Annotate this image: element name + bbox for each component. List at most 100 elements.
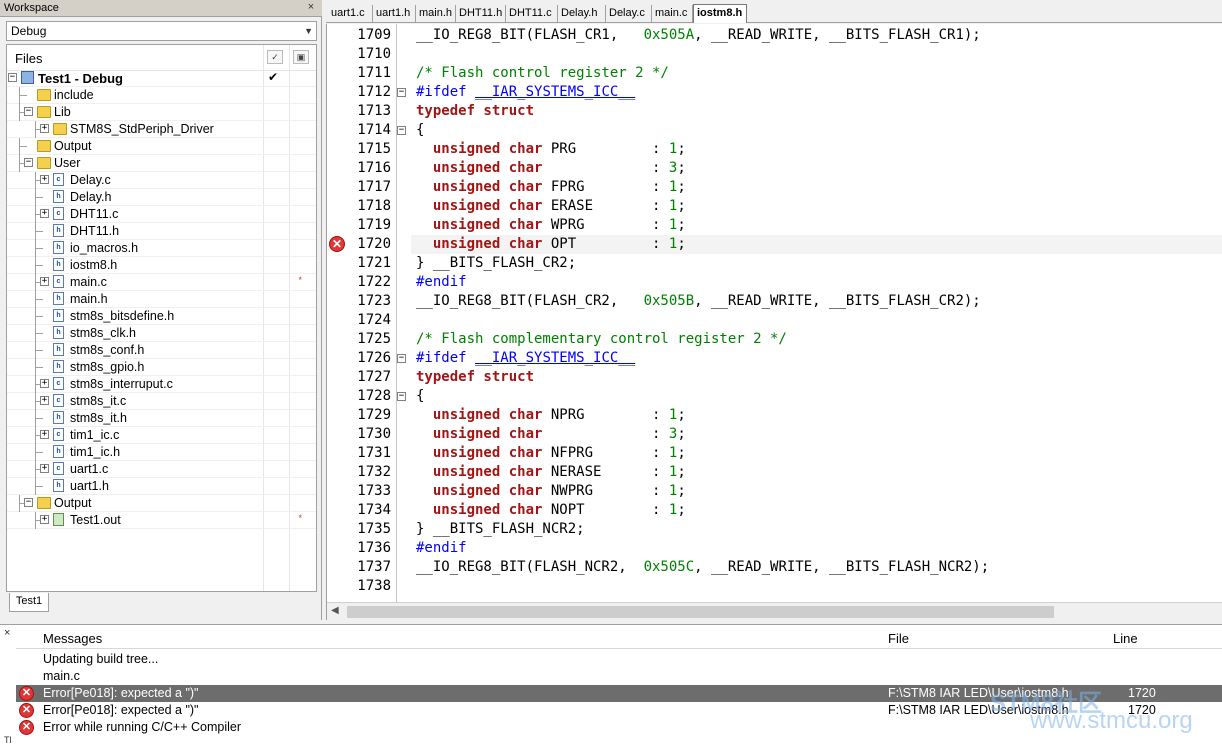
code-line[interactable]: typedef struct [416,368,534,387]
build-column-icon[interactable]: ▣ [293,50,309,64]
code-line[interactable]: __IO_REG8_BIT(FLASH_NCR2, 0x505C, __READ… [416,558,989,577]
chevron-down-icon[interactable]: ▼ [304,22,313,40]
tree-item[interactable]: h stm8s_bitsdefine.h [7,308,316,325]
file-column-header[interactable]: File [888,631,909,646]
error-marker-icon[interactable]: ✕ [329,236,345,252]
code-line[interactable]: __IO_REG8_BIT(FLASH_CR2, 0x505B, __READ_… [416,292,981,311]
code-line[interactable]: unsigned char NPRG : 1; [416,406,686,425]
code-line[interactable]: unsigned char : 3; [416,159,686,178]
code-token: __IO_REG8_BIT(FLASH_CR1, [416,27,644,43]
code-line[interactable]: unsigned char NFPRG : 1; [416,444,686,463]
collapse-icon[interactable]: − [24,498,33,507]
fold-collapse-icon[interactable]: − [397,354,406,363]
editor-tab[interactable]: Delay.c [606,5,652,23]
editor-tab[interactable]: Delay.h [558,5,606,23]
tree-item[interactable]: − Lib [7,104,316,121]
tree-item[interactable]: h Delay.h [7,189,316,206]
tree-item[interactable]: h uart1.h [7,478,316,495]
tree-item[interactable]: + STM8S_StdPeriph_Driver [7,121,316,138]
fold-collapse-icon[interactable]: − [397,88,406,97]
collapse-icon[interactable]: − [24,158,33,167]
tree-item[interactable]: + c Delay.c [7,172,316,189]
code-line[interactable]: unsigned char WPRG : 1; [416,216,686,235]
code-line[interactable]: unsigned char NWPRG : 1; [416,482,686,501]
code-line[interactable]: unsigned char ERASE : 1; [416,197,686,216]
close-icon[interactable]: × [4,627,10,639]
tree-item[interactable]: + c stm8s_interruput.c [7,376,316,393]
tree-item[interactable]: Output [7,138,316,155]
message-row[interactable]: Updating build tree... [16,651,1222,668]
tree-item[interactable]: h tim1_ic.h [7,444,316,461]
code-line[interactable]: unsigned char PRG : 1; [416,140,686,159]
code-line[interactable]: __IO_REG8_BIT(FLASH_CR1, 0x505A, __READ_… [416,26,981,45]
tree-item[interactable]: h stm8s_it.h [7,410,316,427]
code-line[interactable]: #ifdef __IAR_SYSTEMS_ICC__ [416,83,635,102]
line-column-header[interactable]: Line [1113,631,1138,646]
expand-icon[interactable]: + [40,124,49,133]
expand-icon[interactable]: + [40,277,49,286]
editor-tab[interactable]: DHT11.h [456,5,506,23]
code-line[interactable]: unsigned char NERASE : 1; [416,463,686,482]
options-column-icon[interactable]: ✓ [267,50,283,64]
code-line[interactable]: #endif [416,273,467,292]
tree-item[interactable]: + c main.c * [7,274,316,291]
scrollbar-thumb[interactable] [347,606,1054,618]
code-line[interactable]: typedef struct [416,102,534,121]
editor-tab[interactable]: main.h [416,5,456,23]
messages-column-header[interactable]: Messages [43,631,102,646]
configuration-select[interactable]: Debug ▼ [6,21,317,41]
code-line[interactable]: } __BITS_FLASH_NCR2; [416,520,585,539]
editor-tab[interactable]: main.c [652,5,693,23]
code-line[interactable]: /* Flash control register 2 */ [416,64,669,83]
tree-item[interactable]: + c DHT11.c [7,206,316,223]
code-line[interactable]: unsigned char OPT : 1; [416,235,686,254]
expand-icon[interactable]: + [40,396,49,405]
code-line[interactable]: #ifdef __IAR_SYSTEMS_ICC__ [416,349,635,368]
code-line[interactable]: { [416,121,424,140]
tree-project-node[interactable]: − Test1 - Debug ✔ [7,70,316,87]
line-number: 1729 [357,407,391,423]
editor-tab[interactable]: iostm8.h [693,4,747,23]
code-line[interactable]: unsigned char FPRG : 1; [416,178,686,197]
editor-tab[interactable]: DHT11.c [506,5,558,23]
code-line[interactable]: } __BITS_FLASH_CR2; [416,254,576,273]
tree-item[interactable]: + c tim1_ic.c [7,427,316,444]
fold-collapse-icon[interactable]: − [397,392,406,401]
tree-item[interactable]: + c stm8s_it.c [7,393,316,410]
fold-collapse-icon[interactable]: − [397,126,406,135]
expand-icon[interactable]: + [40,515,49,524]
tree-item[interactable]: h stm8s_conf.h [7,342,316,359]
expand-icon[interactable]: + [40,209,49,218]
tree-item[interactable]: − User [7,155,316,172]
tree-item[interactable]: h main.h [7,291,316,308]
code-line[interactable]: unsigned char NOPT : 1; [416,501,686,520]
horizontal-scrollbar[interactable]: ◀ [327,602,1222,620]
code-line[interactable]: #endif [416,539,467,558]
collapse-icon[interactable]: − [24,107,33,116]
code-line[interactable]: unsigned char : 3; [416,425,686,444]
code-token: ; [677,217,686,233]
tree-item[interactable]: h stm8s_clk.h [7,325,316,342]
code-token: { [416,122,425,138]
tree-item[interactable]: h stm8s_gpio.h [7,359,316,376]
collapse-icon[interactable]: − [8,73,17,82]
expand-icon[interactable]: + [40,175,49,184]
tree-item[interactable]: h io_macros.h [7,240,316,257]
tree-item[interactable]: − Output [7,495,316,512]
tree-item[interactable]: include [7,87,316,104]
code-line[interactable]: { [416,387,424,406]
editor-tab[interactable]: uart1.c [328,5,373,23]
code-line[interactable]: /* Flash complementary control register … [416,330,787,349]
expand-icon[interactable]: + [40,379,49,388]
expand-icon[interactable]: + [40,464,49,473]
expand-icon[interactable]: + [40,430,49,439]
code-editor[interactable]: 1709 1710 1711 1712 1713 1714 1715 1716 1717 1718… [326,24,1222,620]
workspace-tab-test1[interactable]: Test1 [9,593,49,612]
scroll-left-icon[interactable]: ◀ [331,605,339,616]
tree-item[interactable]: + c uart1.c [7,461,316,478]
tree-item[interactable]: h iostm8.h [7,257,316,274]
tree-item[interactable]: + Test1.out * [7,512,316,529]
tree-item[interactable]: h DHT11.h [7,223,316,240]
editor-tab[interactable]: uart1.h [373,5,416,23]
close-icon[interactable]: × [304,1,318,15]
